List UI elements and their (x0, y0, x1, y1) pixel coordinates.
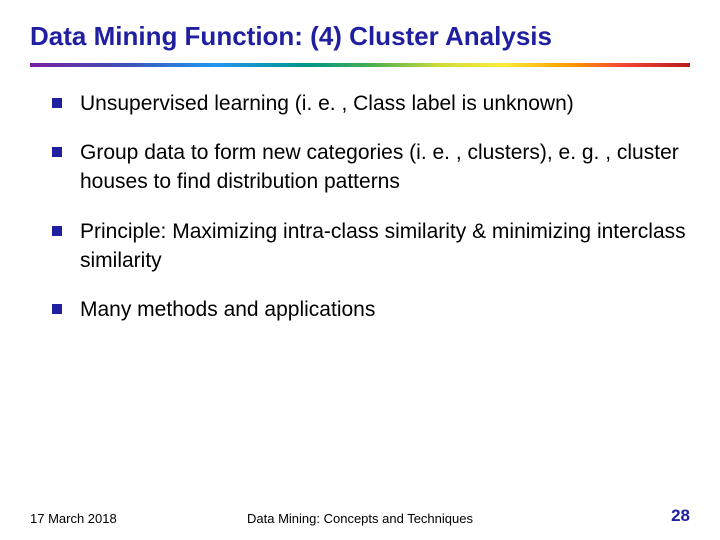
list-item: Many methods and applications (52, 295, 690, 324)
divider-rainbow (30, 63, 690, 67)
bullet-text: Unsupervised learning (i. e. , Class lab… (80, 89, 574, 118)
footer-date: 17 March 2018 (30, 511, 117, 526)
list-item: Unsupervised learning (i. e. , Class lab… (52, 89, 690, 118)
footer-title: Data Mining: Concepts and Techniques (247, 511, 473, 526)
square-bullet-icon (52, 98, 62, 108)
square-bullet-icon (52, 147, 62, 157)
list-item: Group data to form new categories (i. e.… (52, 138, 690, 197)
slide: Data Mining Function: (4) Cluster Analys… (0, 0, 720, 540)
square-bullet-icon (52, 304, 62, 314)
page-number: 28 (671, 506, 690, 526)
list-item: Principle: Maximizing intra-class simila… (52, 217, 690, 276)
slide-title: Data Mining Function: (4) Cluster Analys… (30, 20, 690, 53)
square-bullet-icon (52, 226, 62, 236)
bullet-text: Principle: Maximizing intra-class simila… (80, 217, 690, 276)
bullet-text: Group data to form new categories (i. e.… (80, 138, 690, 197)
footer: 17 March 2018 Data Mining: Concepts and … (0, 506, 720, 526)
bullet-list: Unsupervised learning (i. e. , Class lab… (30, 89, 690, 325)
bullet-text: Many methods and applications (80, 295, 375, 324)
